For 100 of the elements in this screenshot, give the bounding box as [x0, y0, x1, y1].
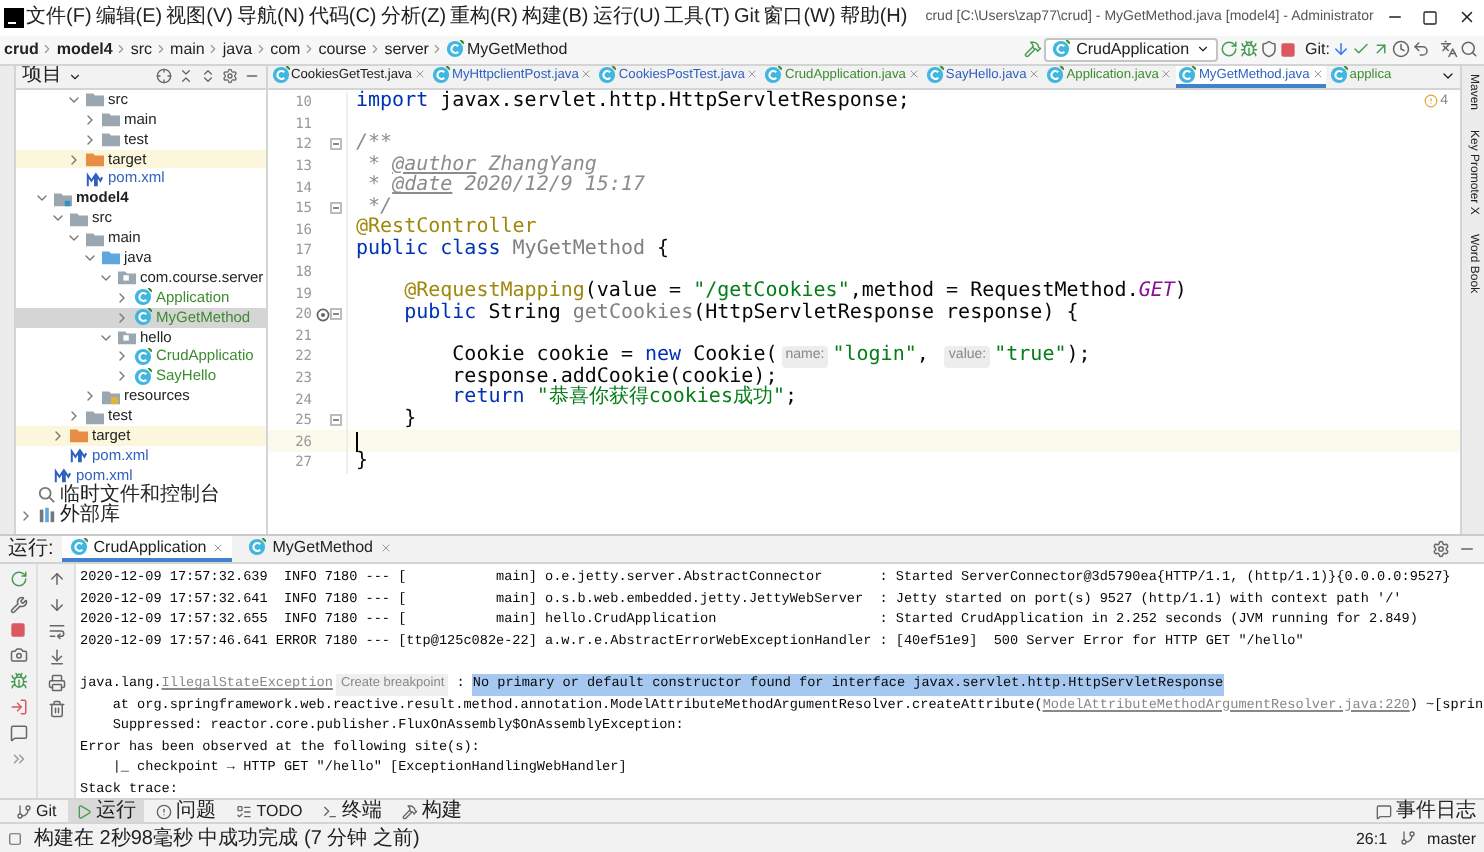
breadcrumb[interactable]: MyGetMethod: [466, 40, 568, 59]
tool-window-button[interactable]: 运行: [68, 800, 145, 823]
login-icon[interactable]: [9, 698, 27, 717]
panel-toggle-icon[interactable]: [8, 831, 22, 846]
tool-window-button[interactable]: Git: [8, 800, 65, 823]
chevron-right-icon: [430, 42, 445, 57]
menu-item[interactable]: 窗口(W): [761, 5, 838, 30]
code-line: @RestController: [356, 218, 537, 239]
run-configuration-dropdown[interactable]: CrudApplication: [1044, 37, 1218, 62]
settings-icon[interactable]: [222, 68, 238, 85]
menu-item[interactable]: 构建(B): [519, 5, 591, 30]
endpoint-gutter-icon[interactable]: [316, 307, 330, 322]
chevron-right-icon[interactable]: [66, 151, 82, 167]
breadcrumb[interactable]: src: [130, 40, 153, 59]
fold-marker-icon[interactable]: [330, 414, 342, 427]
menu-item[interactable]: Git: [731, 5, 762, 30]
rollback-icon[interactable]: [1412, 40, 1430, 59]
tool-window-button[interactable]: 问题: [148, 800, 225, 823]
camera-icon[interactable]: [9, 646, 27, 665]
run-tab[interactable]: MyGetMethod: [240, 536, 400, 563]
wrench-icon[interactable]: [9, 596, 27, 615]
chevron-right-icon[interactable]: [82, 388, 98, 405]
scroll-to-end-icon[interactable]: [47, 648, 65, 667]
commit-icon[interactable]: [1352, 40, 1370, 59]
menu-item[interactable]: 帮助(H): [837, 5, 910, 30]
class-icon: [1052, 40, 1071, 59]
chevron-right-icon[interactable]: [82, 131, 98, 148]
breadcrumb[interactable]: course: [318, 40, 367, 59]
more-icon[interactable]: [9, 750, 27, 769]
trash-icon[interactable]: [47, 700, 65, 719]
chevron-right-icon[interactable]: [50, 427, 66, 444]
code-line: * @date 2020/12/9 15:17: [366, 176, 645, 197]
chevron-right-icon[interactable]: [18, 507, 34, 524]
package-icon: [118, 268, 136, 287]
menu-item[interactable]: 重构(R): [448, 5, 520, 30]
breadcrumb[interactable]: main: [170, 40, 205, 59]
print-icon[interactable]: [47, 674, 65, 693]
git-branch[interactable]: master: [1427, 829, 1476, 848]
expand-all-icon[interactable]: [200, 68, 216, 85]
chevron-right-icon[interactable]: [114, 348, 130, 365]
maven-file-icon: [86, 169, 104, 188]
breadcrumb[interactable]: com: [270, 40, 301, 59]
menu-item[interactable]: 编辑(E): [93, 5, 165, 30]
chevron-right-icon[interactable]: [114, 289, 130, 306]
rerun-icon[interactable]: [9, 570, 27, 589]
stop-icon[interactable]: [10, 622, 26, 639]
close-icon[interactable]: [1457, 8, 1475, 27]
tree-item-label: 临时文件和控制台: [60, 485, 220, 506]
fold-marker-icon[interactable]: [330, 202, 342, 215]
menu-item[interactable]: 视图(V): [164, 5, 235, 30]
collapse-all-icon[interactable]: [178, 68, 194, 85]
translate-icon[interactable]: [1440, 40, 1458, 59]
chevron-right-icon[interactable]: [66, 408, 82, 425]
build-icon[interactable]: [1024, 40, 1043, 59]
breadcrumb[interactable]: model4: [56, 40, 113, 59]
chevron-right-icon[interactable]: [82, 111, 98, 128]
tree-item[interactable]: 外部库: [16, 505, 266, 525]
run-tab[interactable]: CrudApplication: [61, 536, 233, 563]
locate-icon[interactable]: [156, 68, 172, 85]
push-icon[interactable]: [1372, 40, 1390, 59]
breadcrumb[interactable]: crud: [4, 40, 39, 59]
project-view-dropdown[interactable]: 项目: [22, 66, 62, 87]
class-icon: [134, 367, 152, 386]
soft-wrap-icon[interactable]: [47, 622, 65, 641]
breadcrumb[interactable]: server: [384, 40, 429, 59]
code-line: @RequestMapping(value = "/getCookies",method = RequestMethod.GET): [402, 282, 1187, 303]
arrow-down-icon[interactable]: [47, 596, 65, 615]
code-line: }: [356, 451, 369, 474]
search-icon[interactable]: [1460, 40, 1478, 59]
folder-icon: [102, 387, 120, 406]
tool-window-button[interactable]: 终端: [314, 800, 391, 823]
chevron-right-icon: [154, 42, 169, 57]
menu-item[interactable]: 运行(U): [590, 5, 663, 30]
debug-icon[interactable]: [1239, 40, 1258, 59]
menu-item[interactable]: 分析(Z): [378, 5, 449, 30]
menu-item[interactable]: 工具(T): [662, 5, 732, 30]
stop-icon[interactable]: [1279, 41, 1296, 58]
settings-icon[interactable]: [1432, 540, 1450, 559]
caret-position[interactable]: 26:1: [1355, 829, 1388, 848]
arrow-up-icon[interactable]: [47, 570, 65, 589]
chevron-right-icon[interactable]: [114, 368, 130, 385]
update-icon[interactable]: [1332, 40, 1350, 59]
terminal-icon: [322, 803, 339, 820]
fold-marker-icon[interactable]: [330, 308, 342, 321]
chevron-right-icon: [114, 42, 129, 57]
breadcrumb[interactable]: java: [222, 40, 253, 59]
chevron-right-icon[interactable]: [114, 309, 130, 326]
coverage-icon[interactable]: [1259, 40, 1278, 59]
tree-item[interactable]: 临时文件和控制台: [16, 485, 266, 506]
menu-item[interactable]: 导航(N): [234, 5, 307, 30]
fold-marker-icon[interactable]: [330, 138, 342, 151]
menu-item[interactable]: 文件(F): [24, 5, 94, 30]
maximize-icon[interactable]: [1422, 9, 1438, 26]
history-icon[interactable]: [1392, 40, 1410, 59]
rerun-icon[interactable]: [1219, 40, 1238, 59]
tool-window-button[interactable]: 构建: [394, 800, 471, 823]
bug-icon[interactable]: [9, 672, 27, 691]
tool-window-button[interactable]: TODO: [228, 800, 311, 823]
event-log-button[interactable]: 事件日志: [1368, 800, 1484, 823]
menu-item[interactable]: 代码(C): [306, 5, 379, 30]
